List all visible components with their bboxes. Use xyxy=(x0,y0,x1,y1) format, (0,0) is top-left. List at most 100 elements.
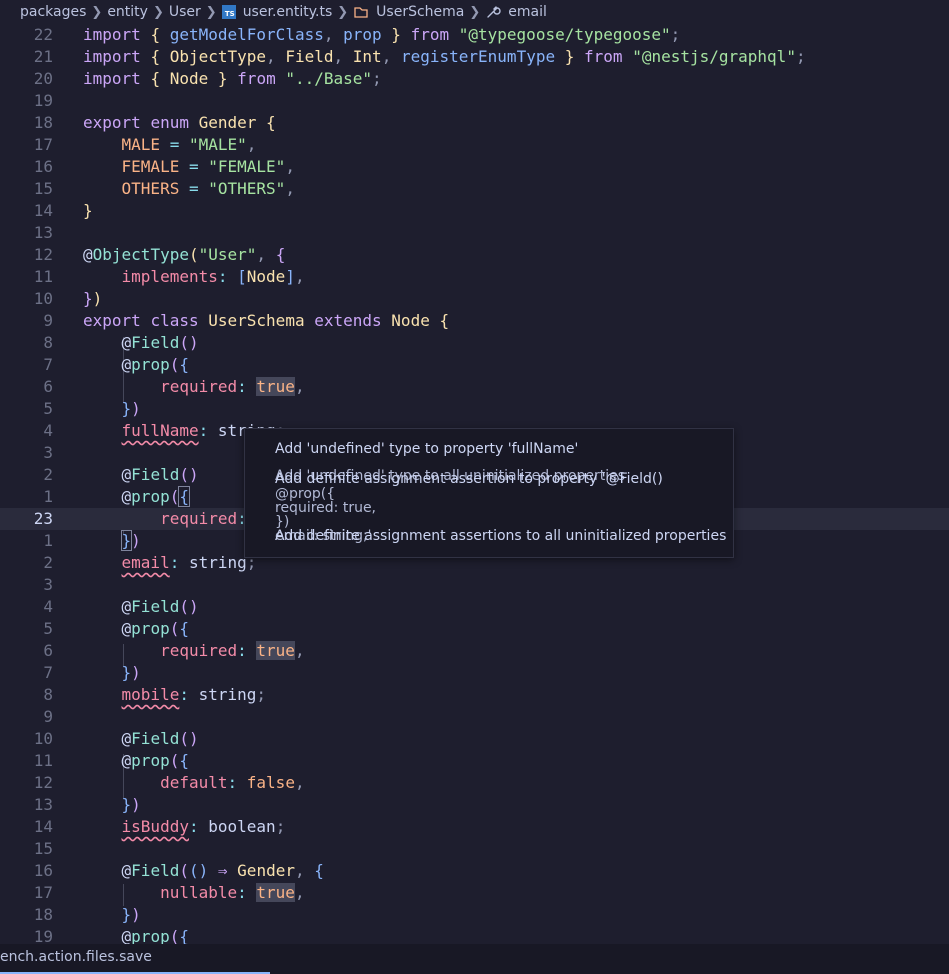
line-number: 6 xyxy=(43,377,53,396)
line-number: 8 xyxy=(43,685,53,704)
line-number: 2 xyxy=(43,553,53,572)
code-line[interactable]: 6 required: true, xyxy=(0,376,949,398)
line-number: 4 xyxy=(43,597,53,616)
line-number: 4 xyxy=(43,421,53,440)
line-number: 10 xyxy=(33,289,53,308)
wrench-property-icon xyxy=(485,4,501,20)
line-number: 12 xyxy=(33,245,53,264)
line-number: 5 xyxy=(43,399,53,418)
line-number: 9 xyxy=(43,707,53,726)
code-line[interactable]: 18 }) xyxy=(0,904,949,926)
line-number: 19 xyxy=(33,91,53,110)
quick-fix-overlay-text: Add 'undefined' type to all uninitialize… xyxy=(275,468,626,484)
line-number: 9 xyxy=(43,311,53,330)
code-line[interactable]: 10}) xyxy=(0,288,949,310)
line-number: 15 xyxy=(33,839,53,858)
code-line[interactable]: 17 nullable: true, xyxy=(0,882,949,904)
code-line[interactable]: 9 export class UserSchema extends Node { xyxy=(0,310,949,332)
line-number: 18 xyxy=(33,113,53,132)
code-line[interactable]: 7 }) xyxy=(0,662,949,684)
code-line[interactable]: 20 import { Node } from "../Base"; xyxy=(0,68,949,90)
line-number: 19 xyxy=(33,927,53,944)
line-number: 21 xyxy=(33,47,53,66)
code-line[interactable]: 19 @prop({ xyxy=(0,926,949,944)
quick-fix-menu: Add 'undefined' type to property 'fullNa… xyxy=(244,428,734,558)
chevron-right-icon: ❯ xyxy=(205,4,217,20)
line-number: 15 xyxy=(33,179,53,198)
code-line[interactable]: 17 MALE = "MALE", xyxy=(0,134,949,156)
code-line[interactable]: 9 xyxy=(0,706,949,728)
breadcrumb-user[interactable]: User xyxy=(169,4,201,20)
line-number: 18 xyxy=(33,905,53,924)
typescript-file-icon: TS xyxy=(221,5,236,19)
chevron-right-icon: ❯ xyxy=(91,4,103,20)
quick-fix-overlay-text: required: true, xyxy=(275,500,377,516)
code-line[interactable]: 6 required: true, xyxy=(0,640,949,662)
line-number: 17 xyxy=(33,883,53,902)
chevron-right-icon: ❯ xyxy=(337,4,349,20)
line-number: 7 xyxy=(43,355,53,374)
code-line[interactable]: 11 @prop({ xyxy=(0,750,949,772)
code-line[interactable]: 7 @prop({ xyxy=(0,354,949,376)
code-line[interactable]: 5 }) xyxy=(0,398,949,420)
line-number: 22 xyxy=(33,25,53,44)
breadcrumb-entity[interactable]: entity xyxy=(107,4,148,20)
line-number: 14 xyxy=(33,201,53,220)
line-number: 5 xyxy=(43,619,53,638)
line-number: 11 xyxy=(33,267,53,286)
code-line[interactable]: 13 }) xyxy=(0,794,949,816)
code-line[interactable]: 13 xyxy=(0,222,949,244)
breadcrumb-class[interactable]: UserSchema xyxy=(376,4,464,20)
status-bar: ench.action.files.save xyxy=(0,944,949,974)
status-message: ench.action.files.save xyxy=(0,949,152,965)
line-number: 7 xyxy=(43,663,53,682)
line-number: 16 xyxy=(33,157,53,176)
code-line[interactable]: 12 @ObjectType("User", { xyxy=(0,244,949,266)
code-line[interactable]: 12 default: false, xyxy=(0,772,949,794)
code-line[interactable]: 10 @Field() xyxy=(0,728,949,750)
code-line[interactable]: 15 OTHERS = "OTHERS", xyxy=(0,178,949,200)
code-line[interactable]: 22 import { getModelForClass, prop } from… xyxy=(0,24,949,46)
quick-fix-overlay-text: @prop({ xyxy=(275,486,336,502)
code-line[interactable]: 16 @Field(() ⇒ Gender, { xyxy=(0,860,949,882)
code-line[interactable]: 4 @Field() xyxy=(0,596,949,618)
line-number: 17 xyxy=(33,135,53,154)
line-number: 1 xyxy=(43,531,53,550)
line-number: 2 xyxy=(43,465,53,484)
class-symbol-icon xyxy=(353,5,369,19)
code-line[interactable]: 8 mobile: string; xyxy=(0,684,949,706)
quick-fix-overlay-text: }) xyxy=(275,514,290,530)
breadcrumb-file[interactable]: user.entity.ts xyxy=(243,4,333,20)
code-line[interactable]: 3 xyxy=(0,574,949,596)
line-number: 13 xyxy=(33,223,53,242)
breadcrumb-packages[interactable]: packages xyxy=(20,4,86,20)
code-line[interactable]: 11 implements: [Node], xyxy=(0,266,949,288)
line-number: 12 xyxy=(33,773,53,792)
code-line[interactable]: 16 FEMALE = "FEMALE", xyxy=(0,156,949,178)
line-number: 6 xyxy=(43,641,53,660)
code-line[interactable]: 15 xyxy=(0,838,949,860)
code-line[interactable]: 21 import { ObjectType, Field, Int, regis… xyxy=(0,46,949,68)
line-number: 20 xyxy=(33,69,53,88)
chevron-right-icon: ❯ xyxy=(469,4,481,20)
line-number: 14 xyxy=(33,817,53,836)
line-number: 10 xyxy=(33,729,53,748)
line-number: 8 xyxy=(43,333,53,352)
line-number: 11 xyxy=(33,751,53,770)
code-line[interactable]: 18 export enum Gender { xyxy=(0,112,949,134)
line-number: 1 xyxy=(43,487,53,506)
quick-fix-item[interactable]: Add 'undefined' type to property 'fullNa… xyxy=(275,441,578,457)
code-line[interactable]: 19 xyxy=(0,90,949,112)
breadcrumb: packages ❯ entity ❯ User ❯ TS user.entit… xyxy=(0,0,949,24)
line-number: 3 xyxy=(43,443,53,462)
line-number: 23 xyxy=(33,509,53,528)
code-line[interactable]: 5 @prop({ xyxy=(0,618,949,640)
chevron-right-icon: ❯ xyxy=(152,4,164,20)
code-line[interactable]: 14 isBuddy: boolean; xyxy=(0,816,949,838)
line-number: 13 xyxy=(33,795,53,814)
code-line[interactable]: 8 @Field() xyxy=(0,332,949,354)
line-number: 16 xyxy=(33,861,53,880)
quick-fix-overlay-text: email: string;' xyxy=(275,528,372,544)
breadcrumb-property[interactable]: email xyxy=(508,4,547,20)
code-line[interactable]: 14} xyxy=(0,200,949,222)
